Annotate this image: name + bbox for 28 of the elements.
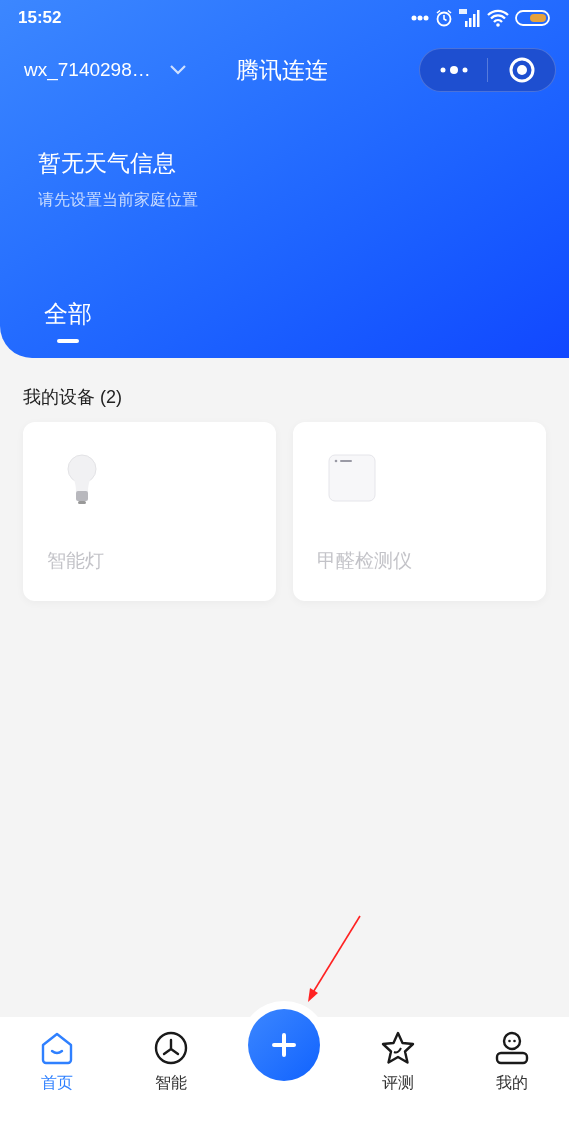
star-icon	[381, 1031, 416, 1065]
light-bulb-icon	[65, 454, 99, 506]
more-icon	[438, 65, 469, 75]
target-icon	[508, 57, 535, 83]
device-box-icon	[328, 454, 376, 502]
nav-tab[interactable]: 首页	[39, 1031, 74, 1095]
device-name: 甲醛检测仪	[317, 549, 413, 573]
battery-icon	[515, 10, 551, 26]
weather-title: 暂无天气信息	[38, 149, 176, 178]
tab[interactable]: 全部	[44, 299, 92, 343]
plus-icon	[272, 1033, 297, 1057]
more-dots-icon	[411, 15, 429, 21]
app-title: 腾讯连连	[236, 55, 328, 85]
signal-icon	[459, 9, 481, 27]
nav-tab[interactable]: 评测	[381, 1031, 416, 1095]
alarm-icon	[435, 9, 453, 27]
account-switcher[interactable]: wx_7140298…	[24, 55, 187, 85]
home-icon	[39, 1031, 74, 1065]
status-time: 15:52	[18, 7, 62, 30]
clock-icon	[153, 1031, 188, 1065]
wifi-icon	[487, 9, 509, 27]
device-name: 智能灯	[47, 549, 105, 573]
chevron-down-icon	[168, 65, 187, 75]
person-icon	[495, 1031, 530, 1065]
nav-tab[interactable]: 智能	[153, 1031, 188, 1095]
nav-tab[interactable]: 我的	[495, 1031, 530, 1095]
section-title: 我的设备 (2)	[23, 386, 123, 409]
weather-hint: 请先设置当前家庭位置	[38, 190, 198, 210]
